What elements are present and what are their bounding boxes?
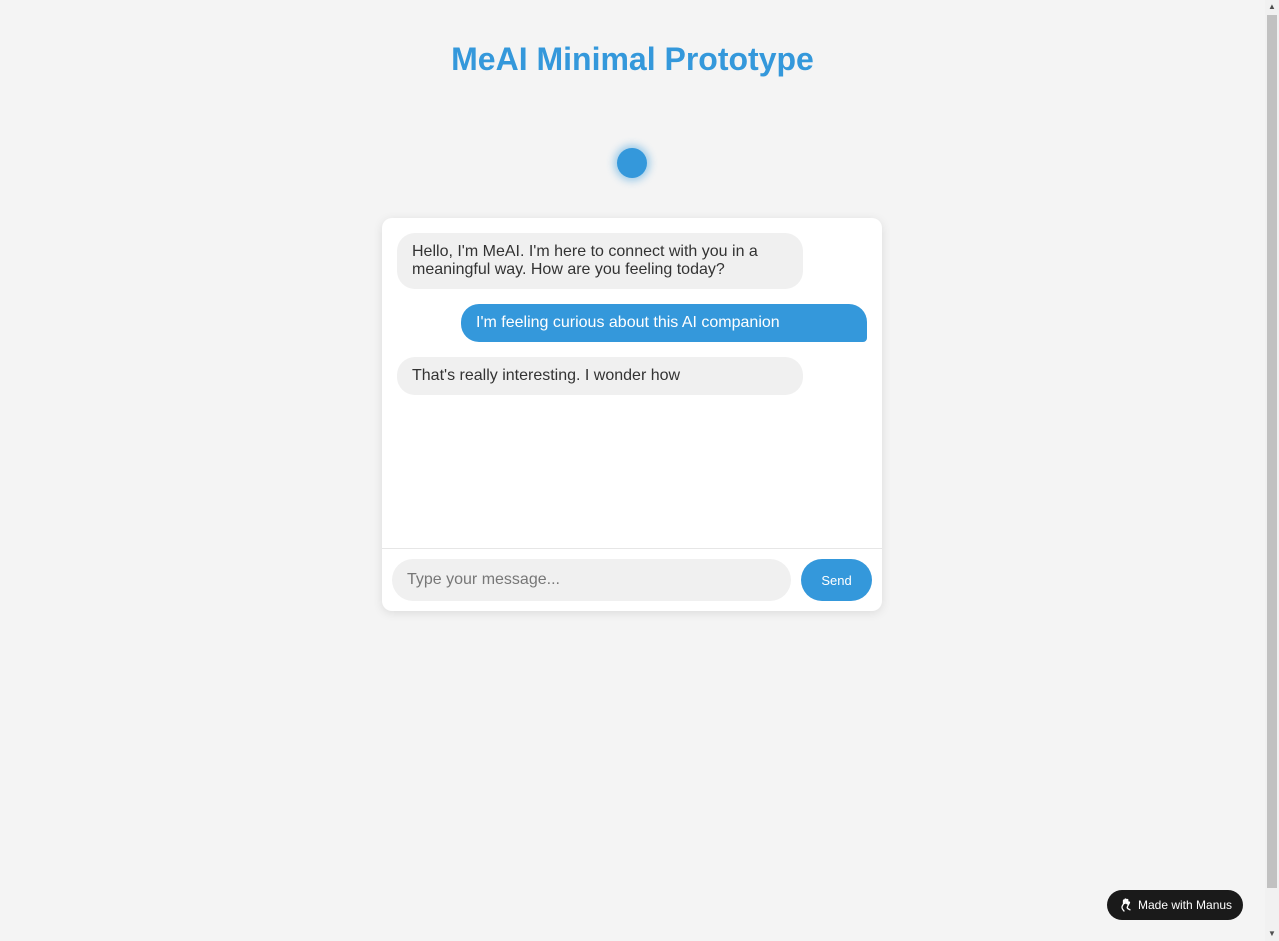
scrollbar-thumb[interactable] xyxy=(1267,15,1277,888)
message-input-bar: Send xyxy=(382,548,882,611)
page-scrollbar[interactable]: ▲ ▼ xyxy=(1265,0,1279,941)
chat-container: Hello, I'm MeAI. I'm here to connect wit… xyxy=(382,218,882,611)
made-with-manus-badge[interactable]: Made with Manus xyxy=(1107,890,1243,920)
message-input[interactable] xyxy=(392,559,791,601)
manus-hand-icon xyxy=(1121,898,1131,912)
ai-presence-orb xyxy=(617,148,647,178)
app-viewport: MeAI Minimal Prototype Hello, I'm MeAI. … xyxy=(0,0,1265,941)
ai-message: That's really interesting. I wonder how xyxy=(397,357,803,395)
message-list: Hello, I'm MeAI. I'm here to connect wit… xyxy=(382,218,882,548)
user-message: I'm feeling curious about this AI compan… xyxy=(461,304,867,342)
scroll-down-arrow-icon[interactable]: ▼ xyxy=(1265,927,1279,941)
scroll-up-arrow-icon[interactable]: ▲ xyxy=(1265,0,1279,14)
ai-message: Hello, I'm MeAI. I'm here to connect wit… xyxy=(397,233,803,289)
badge-label: Made with Manus xyxy=(1138,898,1233,912)
page-title: MeAI Minimal Prototype xyxy=(451,41,814,77)
page: MeAI Minimal Prototype Hello, I'm MeAI. … xyxy=(0,0,1279,941)
send-button[interactable]: Send xyxy=(801,559,872,601)
